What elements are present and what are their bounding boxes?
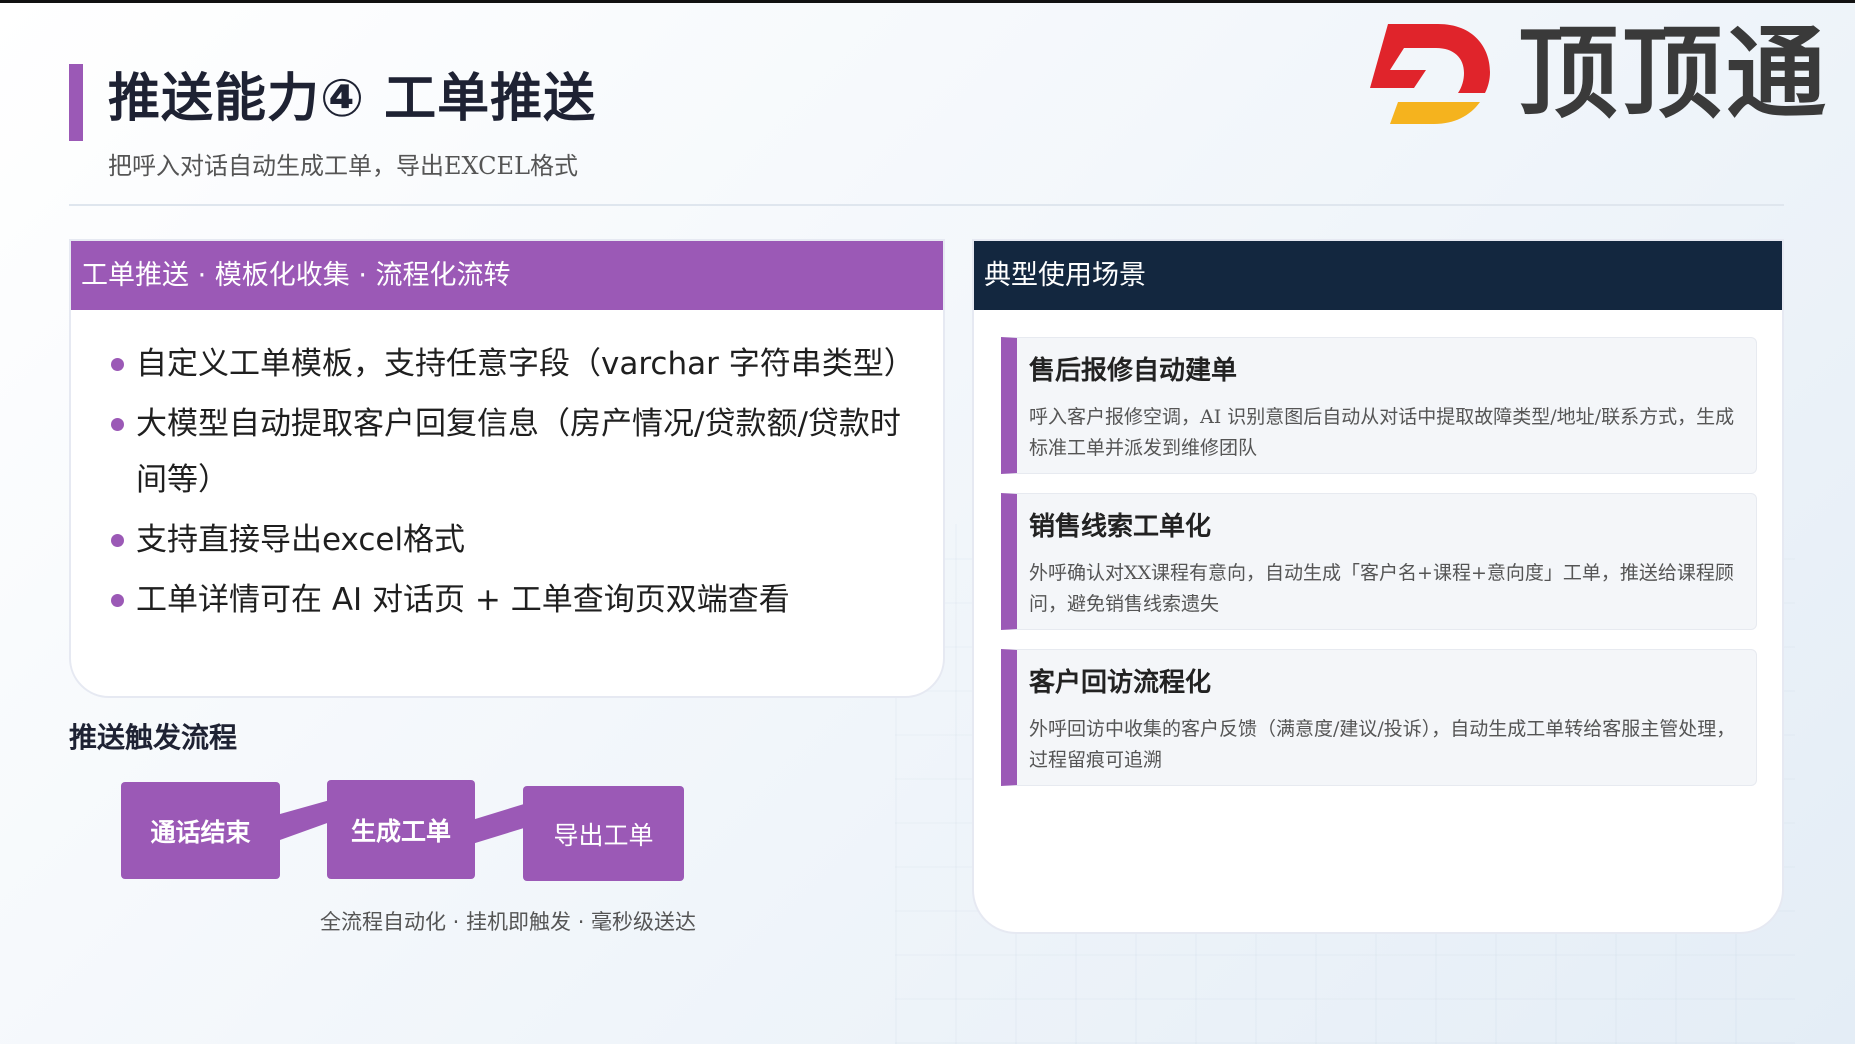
- flow-step-export-ticket: 导出工单: [523, 786, 684, 881]
- brand-logo: 顶顶通: [1368, 18, 1838, 130]
- feature-item: 支持直接导出excel格式: [111, 512, 913, 568]
- scenario-item: 销售线索工单化 外呼确认对XX课程有意向，自动生成「客户名+课程+意向度」工单，…: [1001, 493, 1757, 630]
- header-divider: [69, 204, 1784, 206]
- feature-card: 工单推送 · 模板化收集 · 流程化流转 自定义工单模板，支持任意字段（varc…: [69, 239, 945, 698]
- scenario-item: 售后报修自动建单 呼入客户报修空调，AI 识别意图后自动从对话中提取故障类型/地…: [1001, 337, 1757, 474]
- feature-card-header: 工单推送 · 模板化收集 · 流程化流转: [71, 241, 943, 310]
- scenario-desc: 呼入客户报修空调，AI 识别意图后自动从对话中提取故障类型/地址/联系方式，生成…: [1029, 406, 1735, 459]
- page-title: 推送能力④ 工单推送: [108, 69, 597, 129]
- feature-item: 自定义工单模板，支持任意字段（varchar 字符串类型）: [111, 336, 915, 392]
- flow-step-call-end: 通话结束: [121, 782, 280, 879]
- brand-logo-text: 顶顶通: [1518, 15, 1830, 132]
- brand-logo-mark-icon: [1370, 24, 1490, 124]
- scenario-title: 客户回访流程化: [1029, 668, 1212, 698]
- flow-caption: 全流程自动化 · 挂机即触发 · 毫秒级送达: [320, 910, 697, 934]
- flow-title: 推送触发流程: [69, 721, 238, 754]
- scenario-card-header: 典型使用场景: [974, 241, 1782, 310]
- scenario-item: 客户回访流程化 外呼回访中收集的客户反馈（满意度/建议/投诉），自动生成工单转给…: [1001, 649, 1757, 786]
- scenario-desc: 外呼确认对XX课程有意向，自动生成「客户名+课程+意向度」工单，推送给课程顾问，…: [1029, 562, 1734, 615]
- scenario-card: 典型使用场景 售后报修自动建单 呼入客户报修空调，AI 识别意图后自动从对话中提…: [972, 239, 1784, 934]
- scenario-desc: 外呼回访中收集的客户反馈（满意度/建议/投诉），自动生成工单转给客服主管处理，过…: [1029, 718, 1736, 771]
- scenario-title: 销售线索工单化: [1029, 512, 1212, 542]
- feature-list: 自定义工单模板，支持任意字段（varchar 字符串类型） 大模型自动提取客户回…: [71, 310, 943, 628]
- scenario-title: 售后报修自动建单: [1029, 356, 1238, 386]
- title-accent-bar: [69, 64, 83, 141]
- page-subtitle: 把呼入对话自动生成工单，导出EXCEL格式: [108, 152, 579, 180]
- feature-item: 工单详情可在 AI 对话页 + 工单查询页双端查看: [111, 572, 913, 628]
- flow-step-generate-ticket: 生成工单: [327, 780, 475, 879]
- top-rule: [0, 0, 1855, 3]
- feature-item: 大模型自动提取客户回复信息（房产情况/贷款额/贷款时间等）: [111, 396, 913, 508]
